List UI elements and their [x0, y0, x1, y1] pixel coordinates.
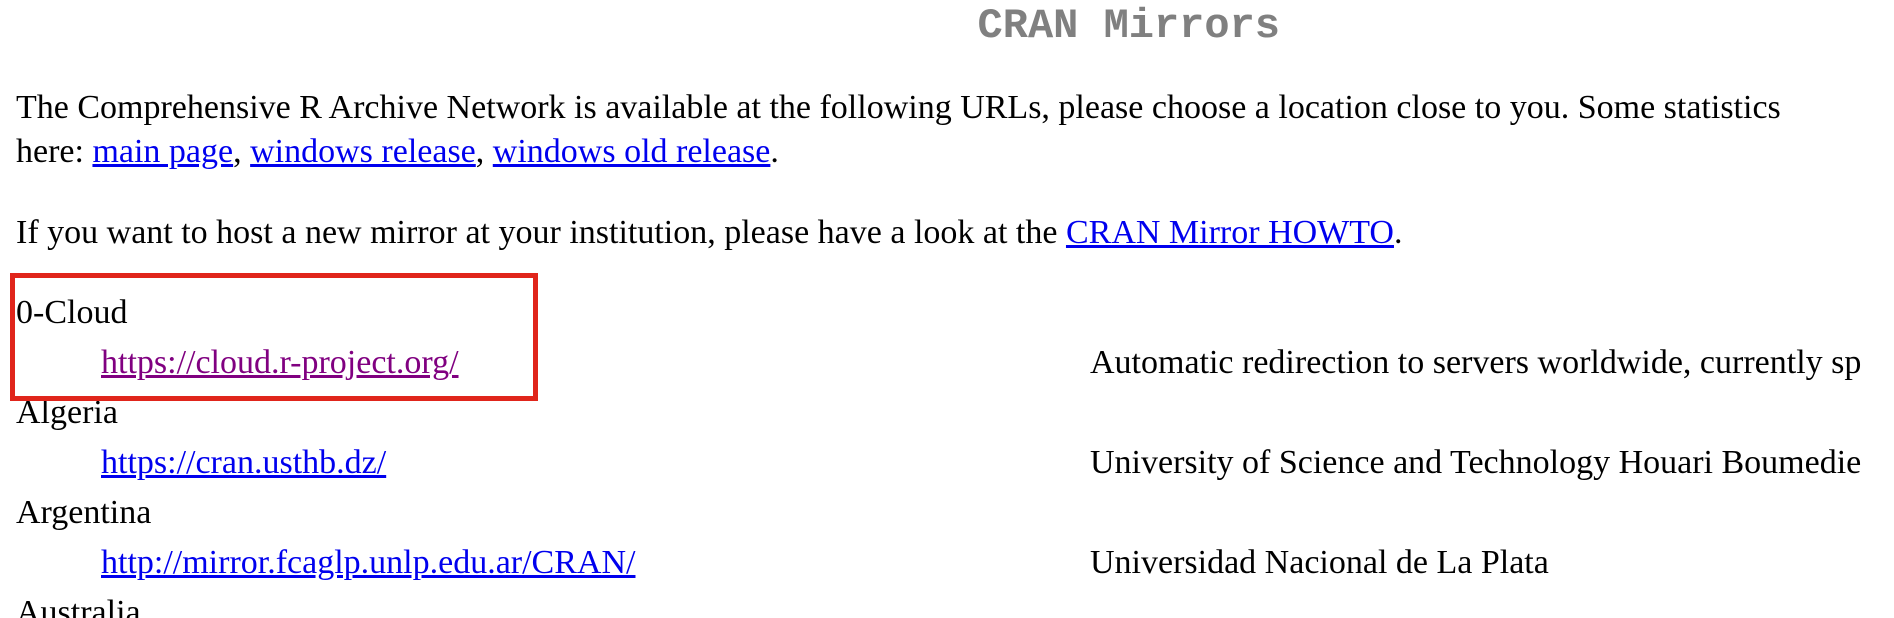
- windows-old-release-link[interactable]: windows old release: [493, 133, 771, 170]
- country-heading-australia: Australia: [16, 594, 141, 618]
- highlight-box: [10, 273, 538, 401]
- host-paragraph: If you want to host a new mirror at your…: [16, 211, 1402, 255]
- country-heading-argentina: Argentina: [16, 494, 152, 531]
- page-title: CRAN Mirrors: [977, 2, 1280, 50]
- separator-comma: ,: [475, 133, 493, 170]
- mirror-description-argentina: Universidad Nacional de La Plata: [1090, 544, 1549, 581]
- intro-period: .: [770, 133, 779, 170]
- host-period: .: [1393, 214, 1403, 251]
- main-page-link[interactable]: main page: [92, 133, 233, 170]
- intro-paragraph: The Comprehensive R Archive Network is a…: [16, 86, 1781, 174]
- mirror-description-algeria: University of Science and Technology Hou…: [1090, 444, 1862, 481]
- mirror-link-argentina[interactable]: http://mirror.fcaglp.unlp.edu.ar/CRAN/: [101, 543, 635, 583]
- mirror-description-0-cloud: Automatic redirection to servers worldwi…: [1090, 344, 1862, 381]
- intro-here-label: here:: [16, 133, 93, 170]
- intro-text: The Comprehensive R Archive Network is a…: [16, 89, 1781, 126]
- separator-comma: ,: [233, 133, 251, 170]
- host-text: If you want to host a new mirror at your…: [16, 214, 1066, 251]
- windows-release-link[interactable]: windows release: [250, 133, 476, 170]
- mirror-howto-link[interactable]: CRAN Mirror HOWTO: [1066, 214, 1394, 251]
- mirror-link-algeria[interactable]: https://cran.usthb.dz/: [101, 443, 386, 483]
